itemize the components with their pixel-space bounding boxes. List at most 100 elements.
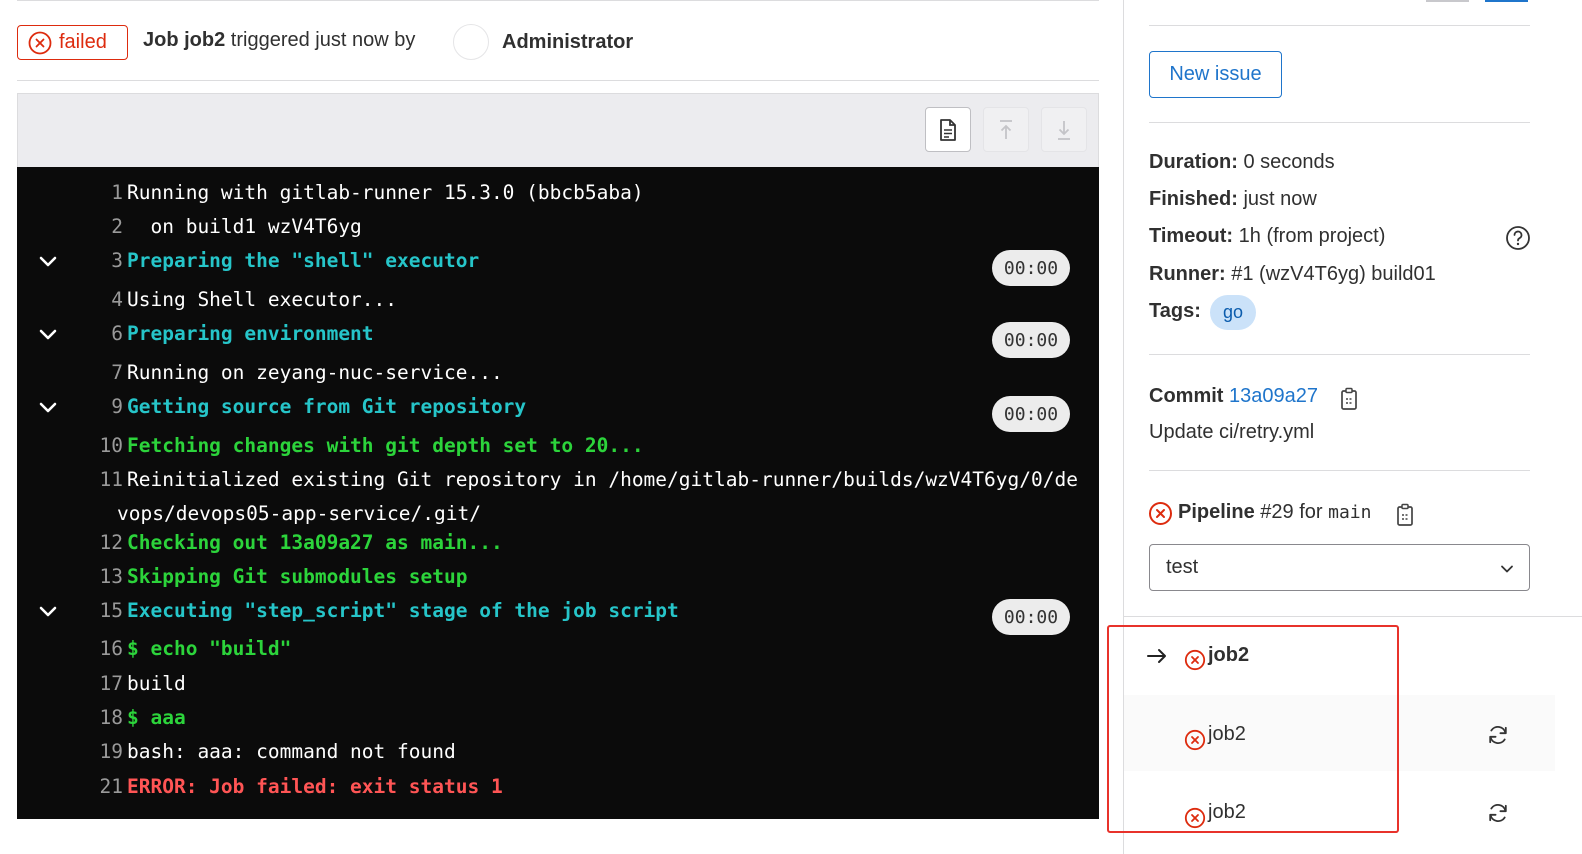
log-line-text: Using Shell executor... [127, 288, 398, 311]
log-toolbar [17, 93, 1099, 168]
log-line-number[interactable]: 21 [73, 775, 123, 798]
log-section-header[interactable]: 3 Preparing the "shell" executor [17, 249, 1099, 279]
triggered-text: triggered just now by [230, 29, 416, 51]
log-line: 7 Running on zeyang-nuc-service... [17, 361, 1099, 391]
section-duration-badge: 00:00 [992, 250, 1070, 286]
retry-icon[interactable] [1486, 801, 1510, 825]
scroll-top-icon [1000, 119, 1012, 139]
log-line-number[interactable]: 13 [73, 565, 123, 588]
stage-dropdown[interactable]: test [1149, 544, 1530, 591]
log-line-text: Reinitialized existing Git repository in… [127, 468, 1078, 491]
job-title: Job job2 [143, 29, 226, 51]
finished-value: just now [1243, 188, 1317, 210]
log-line: 21 ERROR: Job failed: exit status 1 [17, 775, 1099, 805]
log-line: 4 Using Shell executor... [17, 288, 1099, 318]
user-avatar[interactable] [453, 24, 489, 60]
log-line-number[interactable]: 17 [73, 672, 123, 695]
log-line: 17 build [17, 672, 1099, 702]
log-line-text: vops/devops05-app-service/.git/ [117, 502, 481, 525]
raw-log-icon [940, 118, 956, 141]
sidebar-divider [1149, 25, 1530, 26]
header-divider [17, 80, 1099, 81]
log-line: 10 Fetching changes with git depth set to… [17, 434, 1099, 464]
log-line-text: on build1 wzV4T6yg [127, 215, 362, 238]
commit-sha-link[interactable]: 13a09a27 [1229, 385, 1318, 407]
pipeline-row: Pipeline #29 for main [1178, 501, 1371, 524]
scroll-bottom-button[interactable] [1041, 107, 1087, 152]
retry-icon[interactable] [1486, 723, 1510, 747]
tag-badge: go [1210, 295, 1256, 330]
finished-label: Finished: [1149, 188, 1238, 210]
log-line-number[interactable]: 4 [73, 288, 123, 311]
copy-commit-icon[interactable] [1338, 386, 1360, 412]
chevron-down-icon[interactable] [37, 601, 59, 623]
log-line-number[interactable]: 19 [73, 740, 123, 763]
log-line-text: Checking out 13a09a27 as main... [127, 531, 503, 554]
tags-label: Tags: [1149, 300, 1201, 322]
commit-label: Commit [1149, 385, 1224, 407]
duration-value: 0 seconds [1243, 151, 1335, 173]
log-line-number[interactable]: 3 [73, 249, 123, 272]
log-line-number[interactable]: 18 [73, 706, 123, 729]
log-line-text: Running with gitlab-runner 15.3.0 (bbcb5… [127, 181, 644, 204]
log-section-header[interactable]: 15 Executing "step_script" stage of the j… [17, 599, 1099, 629]
log-line-number[interactable]: 16 [73, 637, 123, 660]
log-line-text: Getting source from Git repository [127, 395, 527, 418]
log-line: 1 Running with gitlab-runner 15.3.0 (bbcb… [17, 181, 1099, 211]
timeout-row: Timeout: 1h (from project) [1149, 225, 1385, 248]
section-duration-badge: 00:00 [992, 322, 1070, 358]
duration-row: Duration: 0 seconds [1149, 151, 1335, 174]
sidebar-top-button-edge [1426, 0, 1469, 2]
log-line-number[interactable]: 15 [73, 599, 123, 622]
scroll-bottom-icon [1058, 120, 1070, 140]
log-line-number[interactable]: 9 [73, 395, 123, 418]
log-line-number[interactable]: 12 [73, 531, 123, 554]
timeout-value: 1h (from project) [1238, 225, 1386, 247]
log-section-header[interactable]: 6 Preparing environment [17, 322, 1099, 352]
log-line-text: Preparing the "shell" executor [127, 249, 480, 272]
sidebar-divider [1149, 354, 1530, 355]
chevron-down-icon [1501, 565, 1513, 573]
sidebar-divider [1149, 470, 1530, 471]
job-status-badge[interactable]: failed [17, 25, 128, 60]
new-issue-button[interactable]: New issue [1149, 51, 1282, 98]
log-line-text: Skipping Git submodules setup [127, 565, 468, 588]
annotation-highlight-box [1107, 625, 1399, 833]
log-line-number[interactable]: 10 [73, 434, 123, 457]
log-line-text: Preparing environment [127, 322, 374, 345]
log-line-text: Running on zeyang-nuc-service... [127, 361, 503, 384]
show-raw-button[interactable] [925, 107, 971, 152]
log-line-number[interactable]: 6 [73, 322, 123, 345]
failed-status-icon [28, 31, 52, 54]
commit-message: Update ci/retry.yml [1149, 421, 1315, 443]
duration-label: Duration: [1149, 151, 1238, 173]
top-divider [17, 0, 1099, 1]
log-line-number[interactable]: 7 [73, 361, 123, 384]
runner-value: #1 (wzV4T6yg) build01 [1231, 263, 1436, 285]
pipeline-for-text: for [1299, 501, 1323, 523]
sidebar-top-primary-button-edge [1485, 0, 1528, 2]
job-log[interactable]: 1 Running with gitlab-runner 15.3.0 (bbcb… [17, 167, 1099, 819]
log-section-header[interactable]: 9 Getting source from Git repository [17, 395, 1099, 425]
log-line: 13 Skipping Git submodules setup [17, 565, 1099, 595]
runner-row: Runner: #1 (wzV4T6yg) build01 [1149, 263, 1436, 286]
log-line-number[interactable]: 1 [73, 181, 123, 204]
pipeline-ref[interactable]: main [1328, 502, 1371, 523]
scroll-top-button[interactable] [983, 107, 1029, 152]
log-line-text: ERROR: Job failed: exit status 1 [127, 775, 503, 798]
help-icon[interactable] [1505, 225, 1531, 251]
chevron-down-icon[interactable] [37, 324, 59, 346]
chevron-down-icon[interactable] [37, 397, 59, 419]
log-line: 18 $ aaa [17, 706, 1099, 736]
timeout-label: Timeout: [1149, 225, 1234, 247]
log-line: 12 Checking out 13a09a27 as main... [17, 531, 1099, 561]
log-line-number[interactable]: 11 [73, 468, 123, 491]
log-line: 16 $ echo "build" [17, 637, 1099, 667]
copy-ref-icon[interactable] [1394, 502, 1416, 528]
log-line-number[interactable]: 2 [73, 215, 123, 238]
pipeline-label: Pipeline [1178, 501, 1255, 523]
triggered-by-user[interactable]: Administrator [502, 31, 633, 54]
pipeline-id-link[interactable]: #29 [1260, 501, 1293, 523]
log-line-wrap: vops/devops05-app-service/.git/ [17, 502, 1099, 532]
chevron-down-icon[interactable] [37, 251, 59, 273]
